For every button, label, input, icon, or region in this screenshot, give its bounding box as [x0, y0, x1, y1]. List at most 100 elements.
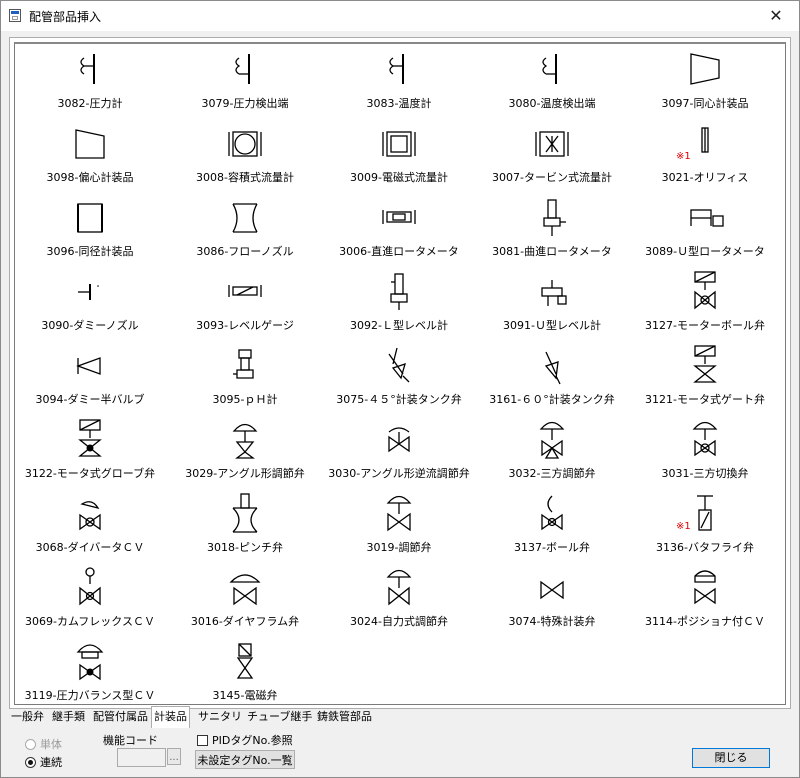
- part-item[interactable]: ※1 3021-オリフィス: [630, 118, 780, 188]
- part-item[interactable]: 3079-圧力検出端: [170, 44, 320, 114]
- part-item[interactable]: 3094-ダミー半バルブ: [15, 340, 165, 410]
- part-item[interactable]: 3030-アングル形逆流調節弁: [324, 414, 474, 484]
- tab-cast-iron-parts[interactable]: 鋳鉄管部品: [315, 708, 374, 726]
- pinch-valve-icon: [215, 492, 275, 536]
- camflex-cv-icon: [60, 566, 120, 610]
- positioner-cv-icon: [675, 566, 735, 610]
- part-note: ※1: [676, 521, 691, 532]
- special-valve-icon: [522, 566, 582, 610]
- part-item[interactable]: 3093-レベルゲージ: [170, 266, 320, 336]
- part-label: 3069-カムフレックスＣＶ: [25, 615, 155, 628]
- part-item[interactable]: 3031-三方切換弁: [630, 414, 780, 484]
- part-item[interactable]: 3009-電磁式流量計: [324, 118, 474, 188]
- part-label: 3086-フローノズル: [196, 245, 294, 258]
- thermometer-icon: [369, 48, 429, 92]
- part-item[interactable]: 3092-Ｌ型レベル計: [324, 266, 474, 336]
- part-label: 3006-直進ロータメータ: [339, 245, 459, 258]
- part-item[interactable]: 3096-同径計装品: [15, 192, 165, 262]
- part-label: 3068-ダイバータＣＶ: [35, 541, 145, 554]
- part-label: 3092-Ｌ型レベル計: [350, 319, 448, 332]
- part-label: 3089-Ｕ型ロータメータ: [645, 245, 765, 258]
- tank-valve-60-icon: [522, 344, 582, 388]
- three-way-control-valve-icon: [522, 418, 582, 462]
- pid-tag-checkbox-label: PIDタグNo.参照: [212, 734, 293, 747]
- ball-valve-icon: [522, 492, 582, 536]
- same-size-instrument-icon: [60, 196, 120, 240]
- part-item[interactable]: 3098-偏心計装品: [15, 118, 165, 188]
- part-item[interactable]: 3006-直進ロータメータ: [324, 192, 474, 262]
- part-label: 3007-タービン式流量計: [492, 171, 612, 184]
- close-window-button[interactable]: ✕: [753, 1, 799, 31]
- close-button[interactable]: 閉じる: [692, 748, 770, 768]
- part-item[interactable]: 3091-Ｕ型レベル計: [477, 266, 627, 336]
- part-item[interactable]: 3090-ダミーノズル: [15, 266, 165, 336]
- part-item[interactable]: 3068-ダイバータＣＶ: [15, 488, 165, 558]
- radio-continuous-circle[interactable]: [25, 757, 36, 768]
- function-code-input[interactable]: [117, 748, 166, 767]
- part-item[interactable]: 3083-温度計: [324, 44, 474, 114]
- control-valve-icon: [369, 492, 429, 536]
- part-label: 3091-Ｕ型レベル計: [503, 319, 601, 332]
- part-label: 3136-バタフライ弁: [656, 541, 754, 554]
- pressure-sensor-icon: [215, 48, 275, 92]
- radio-single-circle[interactable]: [25, 739, 36, 750]
- part-label: 3032-三方調節弁: [508, 467, 596, 480]
- tab-pipe-accessories[interactable]: 配管付属品: [91, 708, 150, 726]
- part-item[interactable]: 3114-ポジショナ付ＣＶ: [630, 562, 780, 632]
- part-item[interactable]: 3018-ピンチ弁: [170, 488, 320, 558]
- part-item[interactable]: 3019-調節弁: [324, 488, 474, 558]
- part-item[interactable]: 3127-モーターボール弁: [630, 266, 780, 336]
- u-rotameter-icon: [675, 196, 735, 240]
- pid-tag-checkbox-box[interactable]: [197, 735, 208, 746]
- part-label: 3016-ダイヤフラム弁: [190, 615, 300, 628]
- tab-tube-fittings[interactable]: チューブ継手: [245, 708, 314, 726]
- part-label: 3114-ポジショナ付ＣＶ: [645, 615, 765, 628]
- part-item[interactable]: 3119-圧力バランス型ＣＶ: [15, 636, 165, 706]
- part-item[interactable]: 3122-モータ式グローブ弁: [15, 414, 165, 484]
- part-item[interactable]: 3097-同心計装品: [630, 44, 780, 114]
- self-operated-valve-icon: [369, 566, 429, 610]
- tab-general-valves[interactable]: 一般弁: [9, 708, 46, 726]
- radio-single[interactable]: 単体: [25, 736, 62, 752]
- part-item[interactable]: 3074-特殊計装弁: [477, 562, 627, 632]
- part-item[interactable]: 3007-タービン式流量計: [477, 118, 627, 188]
- magnetic-flowmeter-icon: [369, 122, 429, 166]
- part-item[interactable]: 3121-モータ式ゲート弁: [630, 340, 780, 410]
- part-label: 3119-圧力バランス型ＣＶ: [24, 689, 156, 702]
- part-item[interactable]: 3086-フローノズル: [170, 192, 320, 262]
- part-item[interactable]: ※1 3136-バタフライ弁: [630, 488, 780, 558]
- part-item[interactable]: 3075-４５°計装タンク弁: [324, 340, 474, 410]
- part-item[interactable]: 3024-自力式調節弁: [324, 562, 474, 632]
- part-item[interactable]: 3095-ｐＨ計: [170, 340, 320, 410]
- part-item[interactable]: 3082-圧力計: [15, 44, 165, 114]
- radio-continuous[interactable]: 連続: [25, 754, 62, 770]
- pid-tag-checkbox[interactable]: PIDタグNo.参照: [197, 732, 293, 748]
- part-label: 3090-ダミーノズル: [41, 319, 139, 332]
- unset-tag-list-button[interactable]: 未設定タグNo.一覧: [195, 750, 295, 769]
- part-item[interactable]: 3161-６０°計装タンク弁: [477, 340, 627, 410]
- part-item[interactable]: 3032-三方調節弁: [477, 414, 627, 484]
- part-item[interactable]: 3069-カムフレックスＣＶ: [15, 562, 165, 632]
- part-item[interactable]: 3089-Ｕ型ロータメータ: [630, 192, 780, 262]
- pressure-balance-cv-icon: [60, 640, 120, 684]
- part-item[interactable]: 3137-ボール弁: [477, 488, 627, 558]
- function-code-browse-button[interactable]: ...: [167, 748, 181, 765]
- part-item[interactable]: 3029-アングル形調節弁: [170, 414, 320, 484]
- part-item[interactable]: 3016-ダイヤフラム弁: [170, 562, 320, 632]
- part-label: 3024-自力式調節弁: [350, 615, 448, 628]
- part-label: 3081-曲進ロータメータ: [492, 245, 612, 258]
- concentric-reducer-icon: [675, 48, 735, 92]
- ph-meter-icon: [215, 344, 275, 388]
- tab-fittings[interactable]: 継手類: [50, 708, 87, 726]
- part-item[interactable]: 3145-電磁弁: [170, 636, 320, 706]
- dummy-nozzle-icon: [60, 270, 120, 314]
- l-level-meter-icon: [369, 270, 429, 314]
- part-label: 3145-電磁弁: [212, 689, 278, 702]
- part-item[interactable]: 3081-曲進ロータメータ: [477, 192, 627, 262]
- part-item[interactable]: 3008-容積式流量計: [170, 118, 320, 188]
- angle-reverse-control-valve-icon: [369, 418, 429, 462]
- tab-sanitary[interactable]: サニタリ: [196, 708, 244, 726]
- part-item[interactable]: 3080-温度検出端: [477, 44, 627, 114]
- window-title: 配管部品挿入: [29, 10, 102, 24]
- tab-instruments[interactable]: 計装品: [151, 706, 190, 728]
